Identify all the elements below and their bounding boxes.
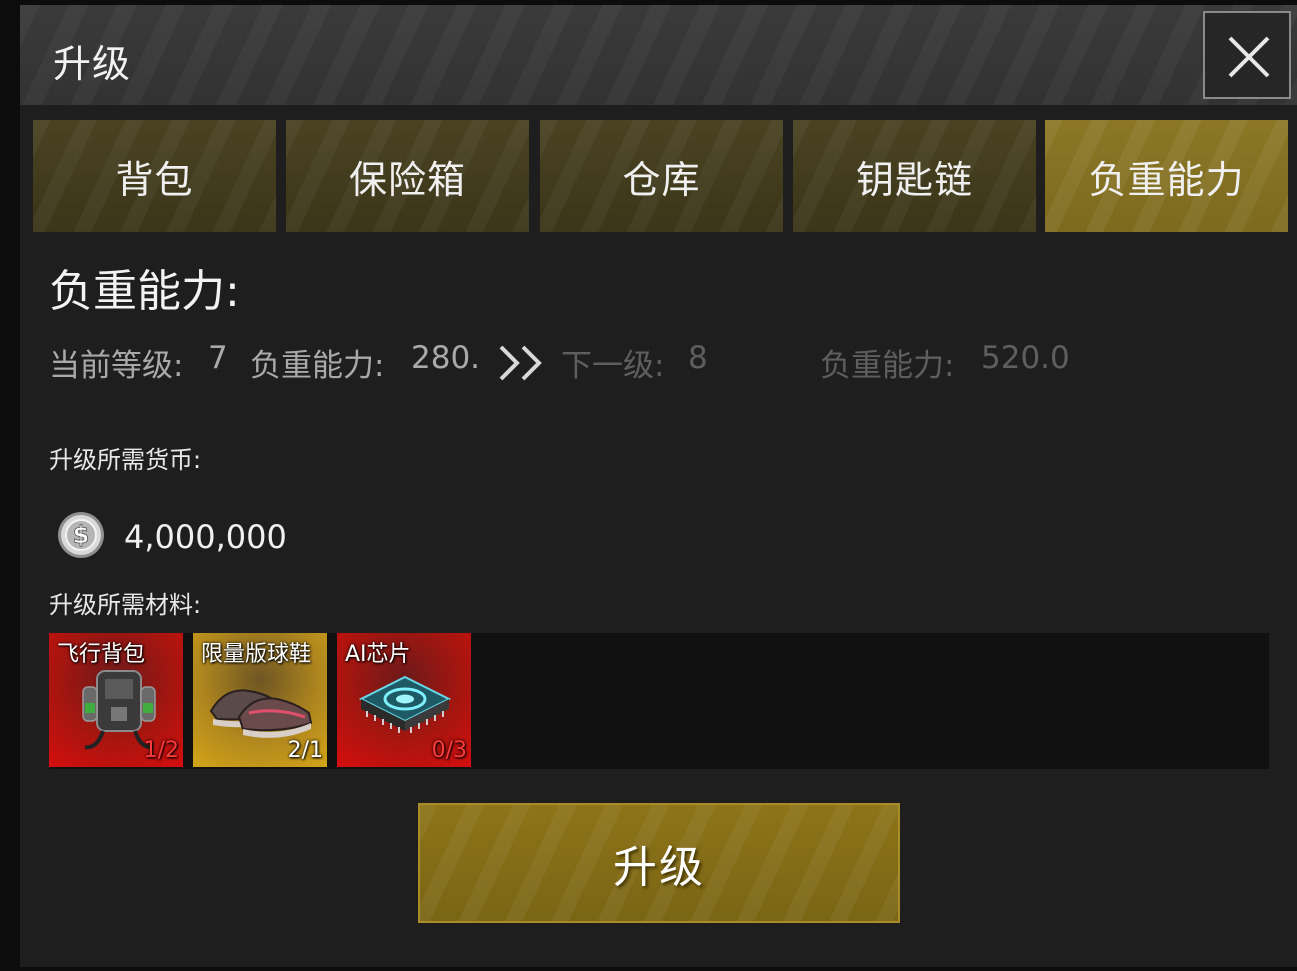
upgrade-button[interactable]: 升级: [418, 803, 900, 923]
upgrade-dialog: 升级 背包 保险箱 仓库 钥匙链 负重能力 负重能力: 当前等级: 7 负重能力…: [20, 5, 1297, 967]
svg-text:$: $: [73, 521, 90, 549]
material-name: 限量版球鞋: [201, 642, 312, 667]
double-chevron-right-icon: [499, 345, 542, 381]
tab-warehouse[interactable]: 仓库: [540, 120, 783, 232]
dialog-title: 升级: [53, 42, 132, 86]
material-count: 0/3: [431, 738, 467, 763]
material-jetpack[interactable]: 飞行背包 1/2: [49, 633, 183, 767]
tab-safe-box[interactable]: 保险箱: [286, 120, 529, 232]
chip-icon: [358, 675, 452, 733]
currency-amount: 4,000,000: [124, 518, 287, 556]
upgrade-tabs: 背包 保险箱 仓库 钥匙链 负重能力: [33, 120, 1290, 232]
close-icon: [1228, 36, 1270, 78]
material-name: 飞行背包: [57, 642, 146, 667]
tab-carry-capacity[interactable]: 负重能力: [1045, 120, 1288, 232]
sneakers-icon: [209, 689, 313, 738]
dialog-header: 升级: [20, 5, 1297, 105]
tab-keychain[interactable]: 钥匙链: [793, 120, 1036, 232]
current-capacity-label: 负重能力:: [250, 348, 385, 384]
material-limited-sneakers[interactable]: 限量版球鞋 2/1: [193, 633, 327, 767]
current-level-value: 7: [208, 340, 228, 376]
next-level-value: 8: [688, 340, 708, 376]
materials-label: 升级所需材料:: [49, 591, 202, 619]
material-count: 2/1: [287, 738, 323, 763]
section-title: 负重能力:: [49, 266, 240, 317]
silver-coin-icon: $: [58, 512, 104, 558]
next-level-label: 下一级:: [561, 348, 665, 384]
close-button[interactable]: [1203, 11, 1291, 99]
tab-backpack[interactable]: 背包: [33, 120, 276, 232]
material-ai-chip[interactable]: AI芯片 0/3: [337, 633, 471, 767]
current-level-label: 当前等级:: [49, 348, 184, 384]
currency-label: 升级所需货币:: [49, 446, 202, 474]
current-capacity-value: 280.: [411, 340, 481, 376]
next-capacity-value: 520.0: [981, 340, 1070, 376]
material-name: AI芯片: [345, 642, 411, 667]
material-count: 1/2: [143, 738, 179, 763]
next-capacity-label: 负重能力:: [820, 348, 955, 384]
